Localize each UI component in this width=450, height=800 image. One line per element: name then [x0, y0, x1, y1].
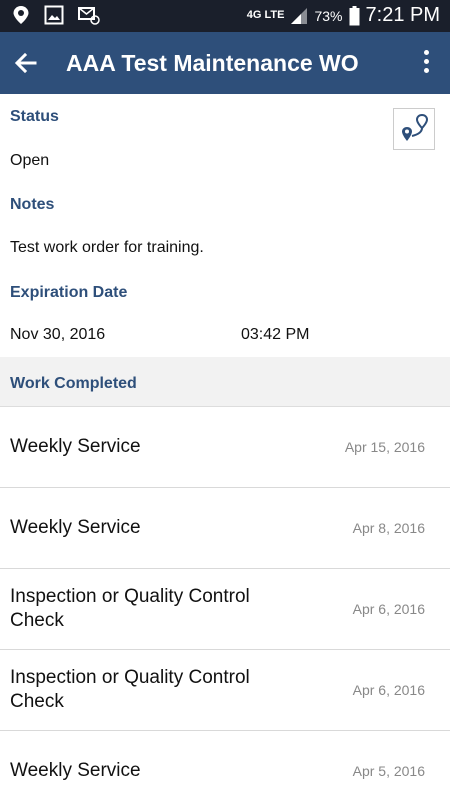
- battery-icon: [349, 5, 360, 25]
- status-value: Open: [10, 152, 50, 169]
- battery-percent: 73%: [314, 7, 343, 24]
- work-item-date: Apr 5, 2016: [352, 763, 425, 779]
- work-completed-title: Work Completed: [10, 375, 137, 392]
- work-item-name: Weekly Service: [10, 436, 141, 457]
- work-item-name: Weekly Service: [10, 760, 141, 781]
- list-item[interactable]: Weekly Service Apr 15, 2016: [0, 407, 450, 488]
- status-bar: 4G LTE 73% 7:21 PM: [0, 0, 450, 32]
- notification-icons: [12, 5, 100, 25]
- arrow-left-icon: [14, 52, 37, 74]
- work-item-date: Apr 8, 2016: [352, 520, 425, 536]
- network-indicator: 4G LTE: [246, 9, 285, 21]
- mail-icon: [78, 7, 100, 25]
- more-vertical-icon: [423, 50, 429, 55]
- work-completed-header: Work Completed: [0, 357, 450, 407]
- route-pin-icon: [402, 113, 429, 141]
- status-label: Status: [10, 108, 59, 125]
- expiration-label: Expiration Date: [10, 284, 128, 301]
- work-item-name: Inspection or Quality Control Check: [10, 667, 250, 712]
- gallery-icon: [44, 5, 64, 25]
- work-item-name: Inspection or Quality Control Check: [10, 586, 250, 631]
- notes-label: Notes: [10, 196, 55, 213]
- expiration-time[interactable]: 03:42 PM: [241, 326, 309, 344]
- location-pin-icon: [13, 6, 29, 24]
- clock: 7:21 PM: [365, 4, 440, 26]
- expiration-date[interactable]: Nov 30, 2016: [10, 326, 105, 344]
- list-item[interactable]: Weekly Service Apr 5, 2016: [0, 731, 450, 800]
- work-item-date: Apr 6, 2016: [352, 682, 425, 698]
- page-title: AAA Test Maintenance WO: [66, 50, 359, 76]
- work-item-date: Apr 6, 2016: [352, 601, 425, 617]
- list-item[interactable]: Weekly Service Apr 8, 2016: [0, 488, 450, 569]
- work-item-date: Apr 15, 2016: [344, 439, 425, 455]
- work-completed-list: Weekly Service Apr 15, 2016 Weekly Servi…: [0, 407, 450, 800]
- work-item-name: Weekly Service: [10, 517, 141, 538]
- list-item[interactable]: Inspection or Quality Control Check Apr …: [0, 650, 450, 731]
- route-map-button[interactable]: [393, 108, 435, 150]
- signal-icon: [291, 7, 308, 24]
- system-indicators: 4G LTE 73% 7:21 PM: [247, 4, 440, 27]
- back-button[interactable]: [10, 46, 44, 80]
- list-item[interactable]: Inspection or Quality Control Check Apr …: [0, 569, 450, 650]
- notes-value: Test work order for training.: [10, 239, 204, 256]
- app-bar: AAA Test Maintenance WO: [0, 32, 450, 94]
- more-options-button[interactable]: [420, 50, 432, 76]
